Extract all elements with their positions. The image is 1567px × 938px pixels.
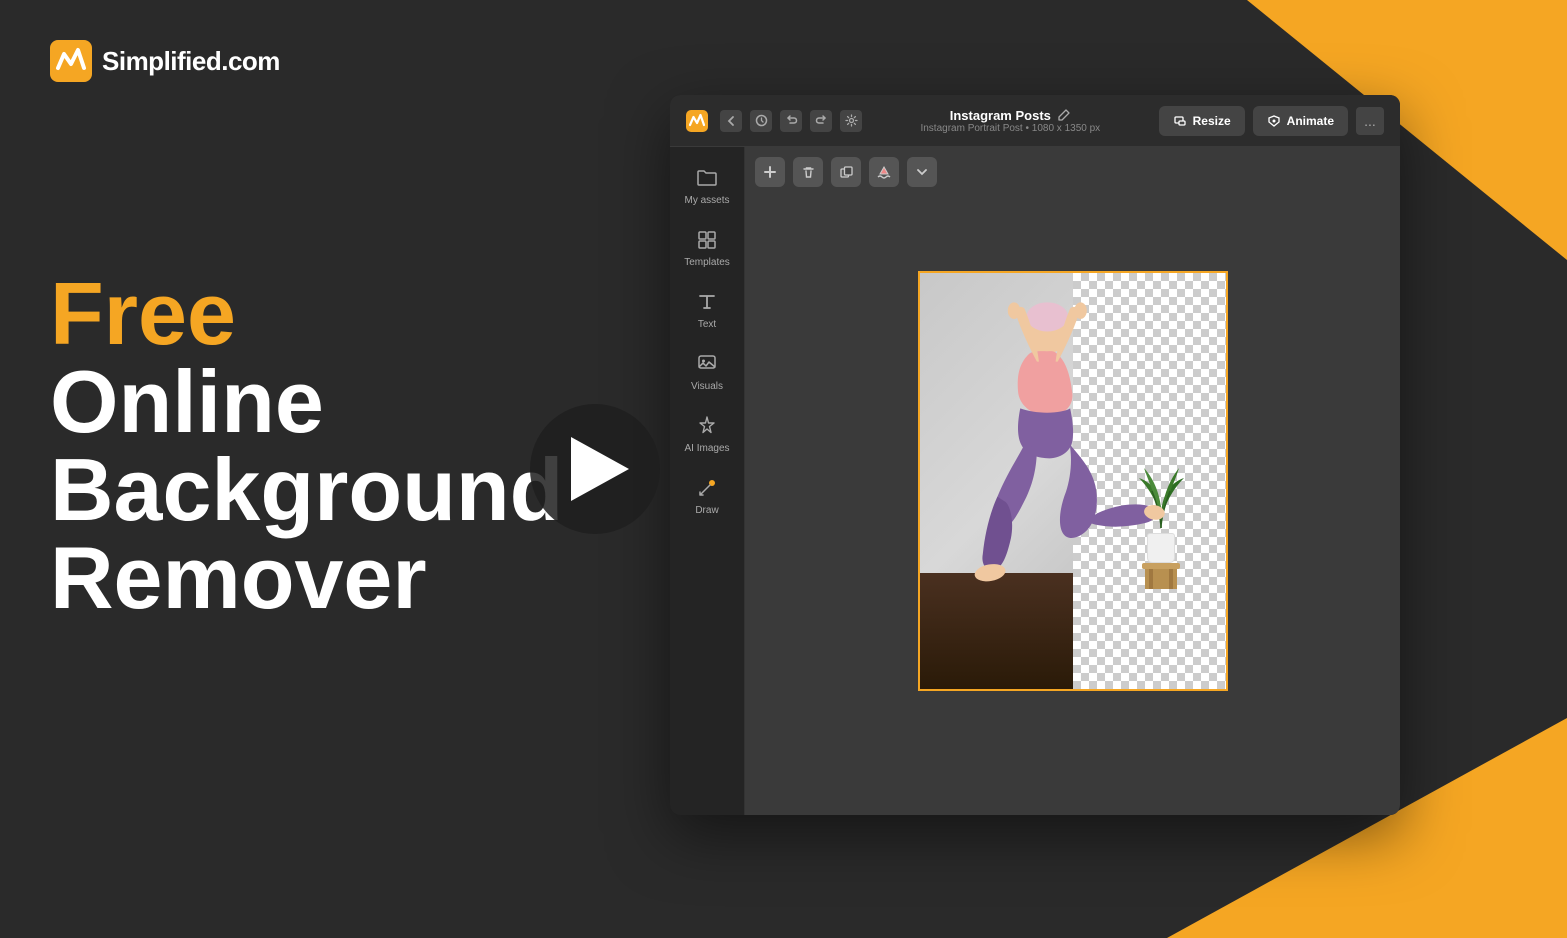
sidebar-item-draw[interactable]: Draw bbox=[675, 467, 740, 524]
grid-icon bbox=[694, 227, 720, 253]
ai-magic-icon bbox=[694, 413, 720, 439]
settings-button[interactable] bbox=[840, 110, 862, 132]
app-sidebar: My assets Templates bbox=[670, 147, 745, 815]
visuals-label: Visuals bbox=[691, 381, 723, 392]
app-mockup: Instagram Posts Instagram Portrait Post … bbox=[670, 95, 1400, 815]
more-options-button[interactable]: ... bbox=[1356, 107, 1384, 135]
sidebar-item-my-assets[interactable]: My assets bbox=[675, 157, 740, 214]
app-canvas bbox=[745, 147, 1400, 815]
sidebar-item-visuals[interactable]: Visuals bbox=[675, 343, 740, 400]
project-subtitle: Instagram Portrait Post • 1080 x 1350 px bbox=[920, 123, 1100, 134]
header-title-area: Instagram Posts Instagram Portrait Post … bbox=[874, 108, 1147, 134]
hero-line-free: Free bbox=[50, 270, 563, 358]
redo-button[interactable] bbox=[810, 110, 832, 132]
undo-button[interactable] bbox=[780, 110, 802, 132]
play-triangle-icon bbox=[571, 437, 629, 501]
logo-text: Simplified.com bbox=[102, 46, 280, 77]
logo-area: Simplified.com bbox=[50, 40, 280, 82]
sidebar-item-text[interactable]: Text bbox=[675, 281, 740, 338]
app-body: My assets Templates bbox=[670, 147, 1400, 815]
canvas-toolbar bbox=[755, 157, 937, 187]
simplified-logo-icon bbox=[50, 40, 92, 82]
draw-label: Draw bbox=[695, 505, 718, 516]
resize-icon bbox=[1173, 114, 1187, 128]
fill-color-button[interactable] bbox=[869, 157, 899, 187]
duplicate-button[interactable] bbox=[831, 157, 861, 187]
delete-element-button[interactable] bbox=[793, 157, 823, 187]
app-header: Instagram Posts Instagram Portrait Post … bbox=[670, 95, 1400, 147]
ai-images-label: AI Images bbox=[684, 443, 729, 454]
design-canvas bbox=[918, 271, 1228, 691]
visuals-icon bbox=[694, 351, 720, 377]
play-button-overlay[interactable] bbox=[530, 404, 660, 534]
hero-line-remover: Remover bbox=[50, 534, 563, 622]
my-assets-label: My assets bbox=[684, 195, 729, 206]
back-button[interactable] bbox=[720, 110, 742, 132]
hero-text-area: Free Online Background Remover bbox=[50, 270, 563, 622]
yoga-person-svg bbox=[920, 294, 1195, 689]
text-label: Text bbox=[698, 319, 716, 330]
header-logo-icon bbox=[686, 110, 708, 132]
templates-label: Templates bbox=[684, 257, 730, 268]
history-button[interactable] bbox=[750, 110, 772, 132]
add-element-button[interactable] bbox=[755, 157, 785, 187]
project-title: Instagram Posts bbox=[950, 108, 1071, 123]
text-icon bbox=[694, 289, 720, 315]
header-nav-icons bbox=[720, 110, 862, 132]
header-actions: Resize Animate ... bbox=[1159, 106, 1384, 136]
chevron-down-icon[interactable] bbox=[907, 157, 937, 187]
resize-button[interactable]: Resize bbox=[1159, 106, 1245, 136]
sidebar-item-ai-images[interactable]: AI Images bbox=[675, 405, 740, 462]
hero-line-background: Background bbox=[50, 446, 563, 534]
animate-button[interactable]: Animate bbox=[1253, 106, 1348, 136]
sidebar-item-templates[interactable]: Templates bbox=[675, 219, 740, 276]
canvas-background bbox=[920, 273, 1226, 689]
draw-icon bbox=[694, 475, 720, 501]
play-button[interactable] bbox=[530, 404, 660, 534]
hero-line-online: Online bbox=[50, 358, 563, 446]
edit-title-icon[interactable] bbox=[1057, 108, 1071, 122]
folder-icon bbox=[694, 165, 720, 191]
animate-icon bbox=[1267, 114, 1281, 128]
